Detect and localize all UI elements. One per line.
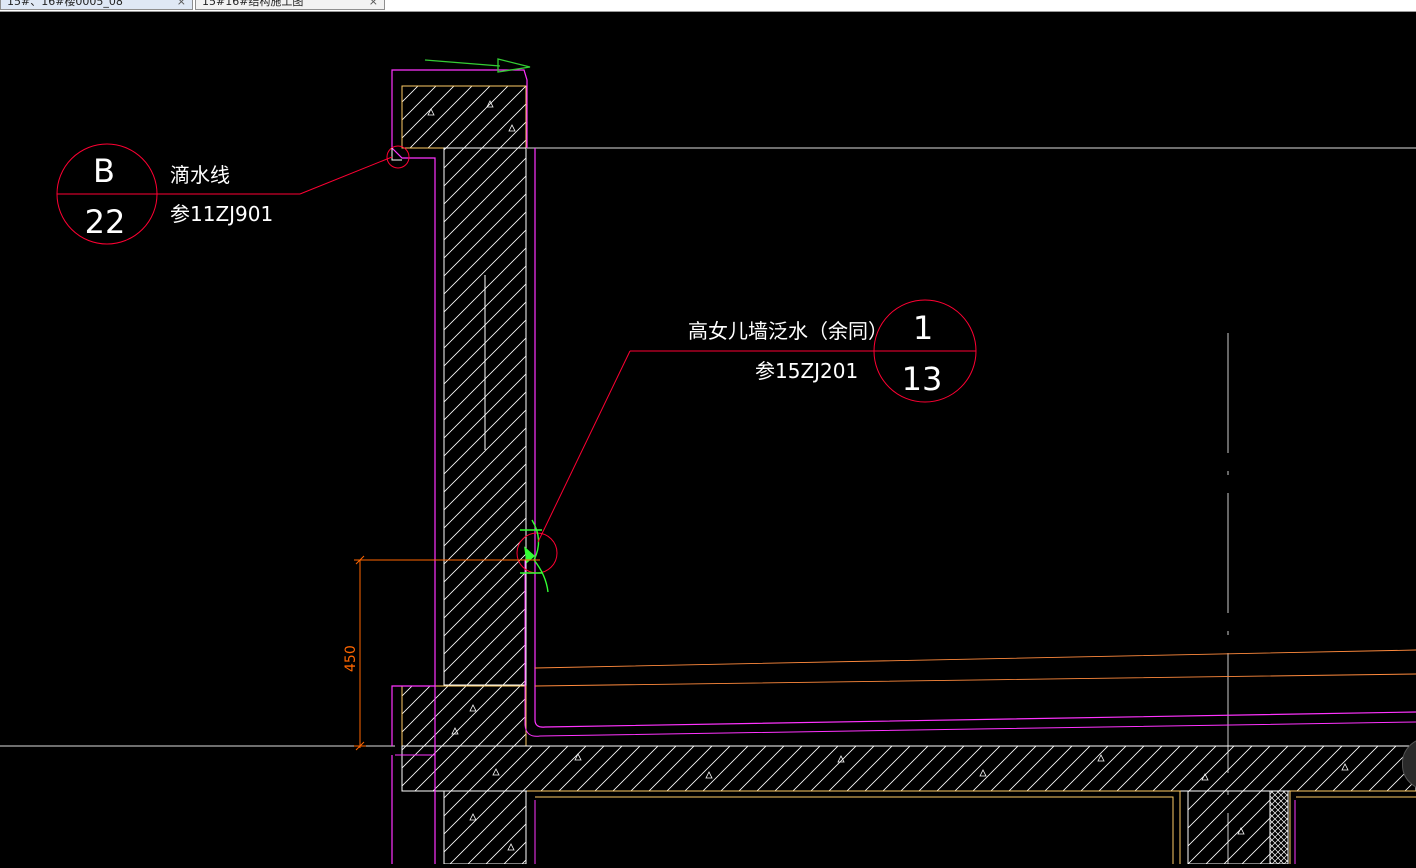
parapet-finish-outline — [391, 69, 1416, 864]
waterproof-layer — [524, 560, 1416, 737]
cad-drawing: 450 B 22 滴水线 参11ZJ901 1 13 高女儿墙泛水（余同） 参1… — [0, 58, 1416, 865]
parapet-coping — [401, 85, 527, 149]
callout-1-top: 1 — [913, 309, 933, 347]
close-icon[interactable]: × — [177, 0, 186, 8]
callout-b-top: B — [93, 152, 115, 190]
concrete-markers — [427, 100, 1349, 851]
drip-detail-marker — [386, 145, 410, 169]
lower-wall-right — [1187, 790, 1271, 865]
roof-slab — [401, 745, 1416, 792]
tab-label: 15#、16#楼0005_08 — [7, 0, 123, 8]
callout-b-ref: 参11ZJ901 — [170, 202, 273, 226]
close-icon[interactable]: × — [369, 0, 378, 8]
cad-drawing-canvas[interactable]: 450 B 22 滴水线 参11ZJ901 1 13 高女儿墙泛水（余同） 参1… — [0, 11, 1416, 865]
callout-1-bottom: 13 — [902, 360, 943, 398]
lower-wall-left — [443, 790, 527, 865]
tab-label: 15#16#结构施工图 — [202, 0, 304, 8]
callout-b-bottom: 22 — [85, 203, 126, 241]
callout-1-title: 高女儿墙泛水（余同） — [688, 319, 888, 343]
tab-drawing-1[interactable]: 15#、16#楼0005_08 × — [0, 0, 193, 10]
tab-drawing-2[interactable]: 15#16#结构施工图 × — [195, 0, 385, 10]
dimension-label: 450 — [343, 645, 359, 672]
callout-b-title: 滴水线 — [170, 163, 230, 187]
roof-ring-beam — [401, 685, 527, 747]
insulation-screed — [534, 649, 1416, 687]
callout-1-ref: 参15ZJ201 — [755, 359, 858, 383]
insulation-column — [1269, 790, 1289, 865]
